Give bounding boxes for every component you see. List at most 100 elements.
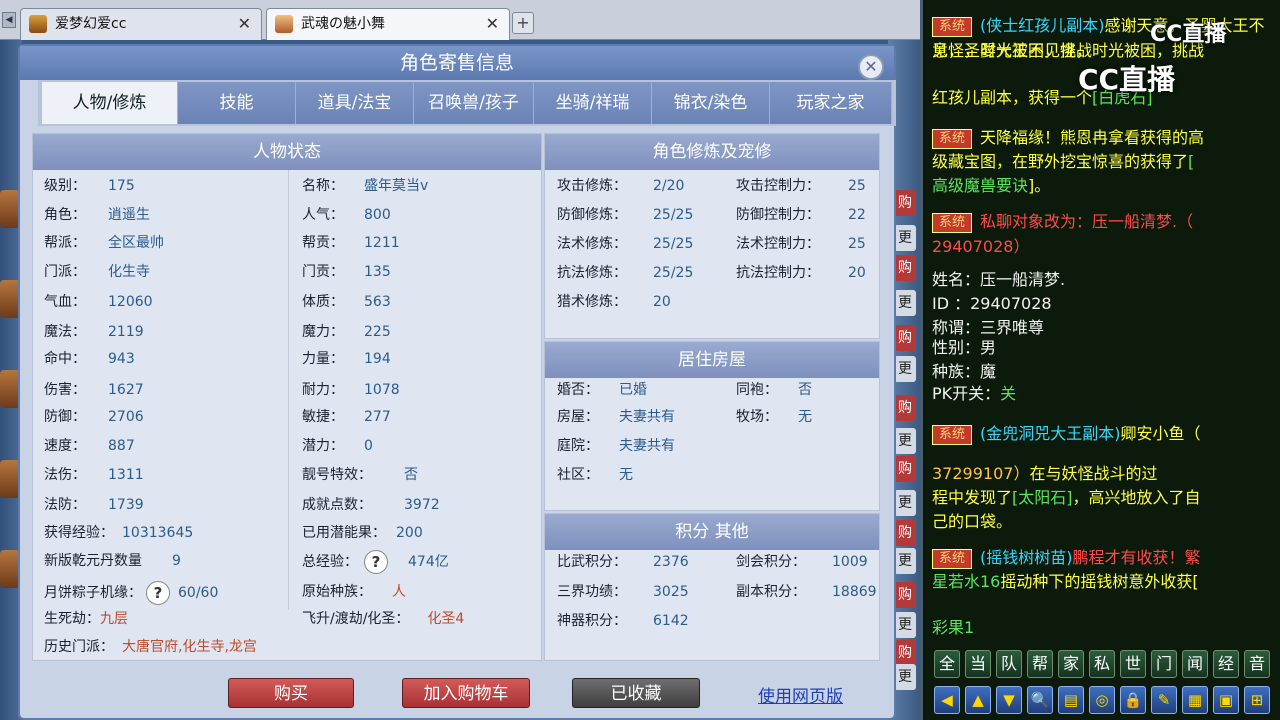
field-value: 12060 [108, 294, 153, 310]
more-side-button[interactable]: 更 [894, 356, 916, 382]
status-row: 体质： 563 [302, 291, 391, 313]
left-arrow-icon[interactable]: ◀ [934, 686, 960, 714]
buy-button[interactable]: 购买 [228, 678, 354, 708]
new-tab-button[interactable]: + [512, 12, 534, 34]
field-label: 伤害： [44, 382, 86, 398]
chat-channel-button[interactable]: 帮 [1027, 650, 1053, 678]
more-icon[interactable]: ⊞ [1244, 686, 1270, 714]
chat-text: 天降福缘！ [980, 128, 1061, 147]
buy-side-button[interactable]: 购 [894, 640, 916, 666]
system-badge: 系统 [932, 128, 973, 149]
chat-channel-button[interactable]: 世 [1120, 650, 1146, 678]
status-row: 力量： 194 [302, 348, 391, 370]
chat-channel-button[interactable]: 私 [1089, 650, 1115, 678]
chat-text: PK开关： [932, 384, 1001, 403]
more-side-button[interactable]: 更 [894, 290, 916, 316]
more-side-button[interactable]: 更 [894, 428, 916, 454]
more-side-button[interactable]: 更 [894, 664, 916, 690]
more-side-button[interactable]: 更 [894, 612, 916, 638]
character-thumbnail [0, 370, 20, 408]
tab-mounts[interactable]: 坐骑/祥瑞 [534, 82, 652, 124]
more-side-button[interactable]: 更 [894, 225, 916, 251]
field-value: 563 [364, 294, 391, 310]
help-icon[interactable]: ? [146, 581, 170, 605]
chat-message: 彩果1 [932, 614, 974, 638]
chat-channel-button[interactable]: 经 [1213, 650, 1239, 678]
tab-player-home[interactable]: 玩家之家 [770, 82, 892, 124]
tab-character[interactable]: 人物/修炼 [42, 82, 178, 124]
field-value: 225 [364, 324, 391, 340]
note-icon[interactable]: ▤ [1058, 686, 1084, 714]
chat-channel-button[interactable]: 当 [965, 650, 991, 678]
field-label: 社区： [557, 467, 599, 483]
web-version-link[interactable]: 使用网页版 [758, 682, 843, 707]
more-side-button[interactable]: 更 [894, 548, 916, 574]
buy-side-button[interactable]: 购 [894, 255, 916, 281]
tab-skills[interactable]: 技能 [178, 82, 296, 124]
favorited-button[interactable]: 已收藏 [572, 678, 700, 708]
exp-label: 获得经验： [44, 525, 114, 541]
browser-tab-1[interactable]: 爱梦幻爱cc ✕ [20, 8, 262, 40]
chat-text: 性别：男 [932, 338, 997, 357]
help-icon[interactable]: ? [364, 550, 388, 574]
character-thumbnail [0, 280, 20, 318]
chat-text: 姓名：压一船清梦. [932, 270, 1066, 289]
up-arrow-icon[interactable]: ▲ [965, 686, 991, 714]
system-badge: 系统 [932, 16, 973, 37]
grid-icon[interactable]: ▦ [1182, 686, 1208, 714]
tab-scroll-left-icon[interactable]: ◀ [2, 12, 16, 28]
field-label: 魔法： [44, 324, 86, 340]
field-value: 全区最帅 [108, 235, 164, 251]
close-icon[interactable]: ✕ [858, 54, 884, 80]
lock-icon[interactable]: 🔒 [1120, 686, 1146, 714]
tab-outfits[interactable]: 锦衣/染色 [652, 82, 770, 124]
feisheng-label: 飞升/渡劫/化圣： [302, 611, 410, 627]
chat-channel-button[interactable]: 门 [1151, 650, 1177, 678]
field-value: 1739 [108, 497, 144, 513]
chat-channel-button[interactable]: 队 [996, 650, 1022, 678]
zongzi-label: 月饼粽子机缘： [44, 585, 142, 601]
field-value: 135 [364, 264, 391, 280]
chat-channel-button[interactable]: 音 [1244, 650, 1270, 678]
chat-message: 系统 (金兜洞兕大王副本)卿安小鱼（ [932, 420, 1201, 445]
dialog-title: 角色寄售信息 [20, 46, 894, 80]
exp-value: 10313645 [122, 525, 194, 541]
buy-side-button[interactable]: 购 [894, 325, 916, 351]
cultivation-heading: 角色修炼及宠修 [545, 134, 879, 170]
chat-channel-button[interactable]: 全 [934, 650, 960, 678]
buy-side-button[interactable]: 购 [894, 520, 916, 546]
buy-side-button[interactable]: 购 [894, 190, 916, 216]
add-cart-button[interactable]: 加入购物车 [402, 678, 530, 708]
status-row: 耐力： 1078 [302, 379, 400, 401]
chat-text: 种族：魔 [932, 362, 997, 381]
chat-message: 高级魔兽要诀]。 [932, 172, 1050, 196]
close-tab-icon[interactable]: ✕ [486, 9, 499, 39]
field-value: 1009 [832, 554, 868, 570]
brush-icon[interactable]: ✎ [1151, 686, 1177, 714]
chat-icon[interactable]: ▣ [1213, 686, 1239, 714]
chat-channel-button[interactable]: 家 [1058, 650, 1084, 678]
chat-message: 性别：男 [932, 334, 996, 358]
buy-side-button[interactable]: 购 [894, 456, 916, 482]
record-icon[interactable]: ◎ [1089, 686, 1115, 714]
chat-text: 星若水16 [932, 572, 1001, 591]
status-row: 成就点数： 3972 [302, 494, 440, 516]
more-side-button[interactable]: 更 [894, 490, 916, 516]
field-label: 靓号特效： [302, 467, 372, 483]
chat-channel-button[interactable]: 闻 [1182, 650, 1208, 678]
buy-side-button[interactable]: 购 [894, 582, 916, 608]
close-tab-icon[interactable]: ✕ [238, 9, 251, 39]
field-value: 277 [364, 409, 391, 425]
browser-tab-2[interactable]: 武魂の魅小舞 ✕ [266, 8, 510, 40]
down-arrow-icon[interactable]: ▼ [996, 686, 1022, 714]
buy-side-button[interactable]: 购 [894, 395, 916, 421]
field-label: 级别： [44, 178, 86, 194]
chat-text: (金兜洞兕大王副本) [980, 424, 1121, 443]
search-icon[interactable]: 🔍 [1027, 686, 1053, 714]
housing-row: 房屋： 夫妻共有 [557, 406, 675, 428]
tab-items[interactable]: 道具/法宝 [296, 82, 414, 124]
field-value: 25 [848, 178, 866, 194]
field-value: 已婚 [619, 382, 647, 398]
shengsi-value: 九层 [100, 611, 128, 627]
tab-pets[interactable]: 召唤兽/孩子 [414, 82, 534, 124]
